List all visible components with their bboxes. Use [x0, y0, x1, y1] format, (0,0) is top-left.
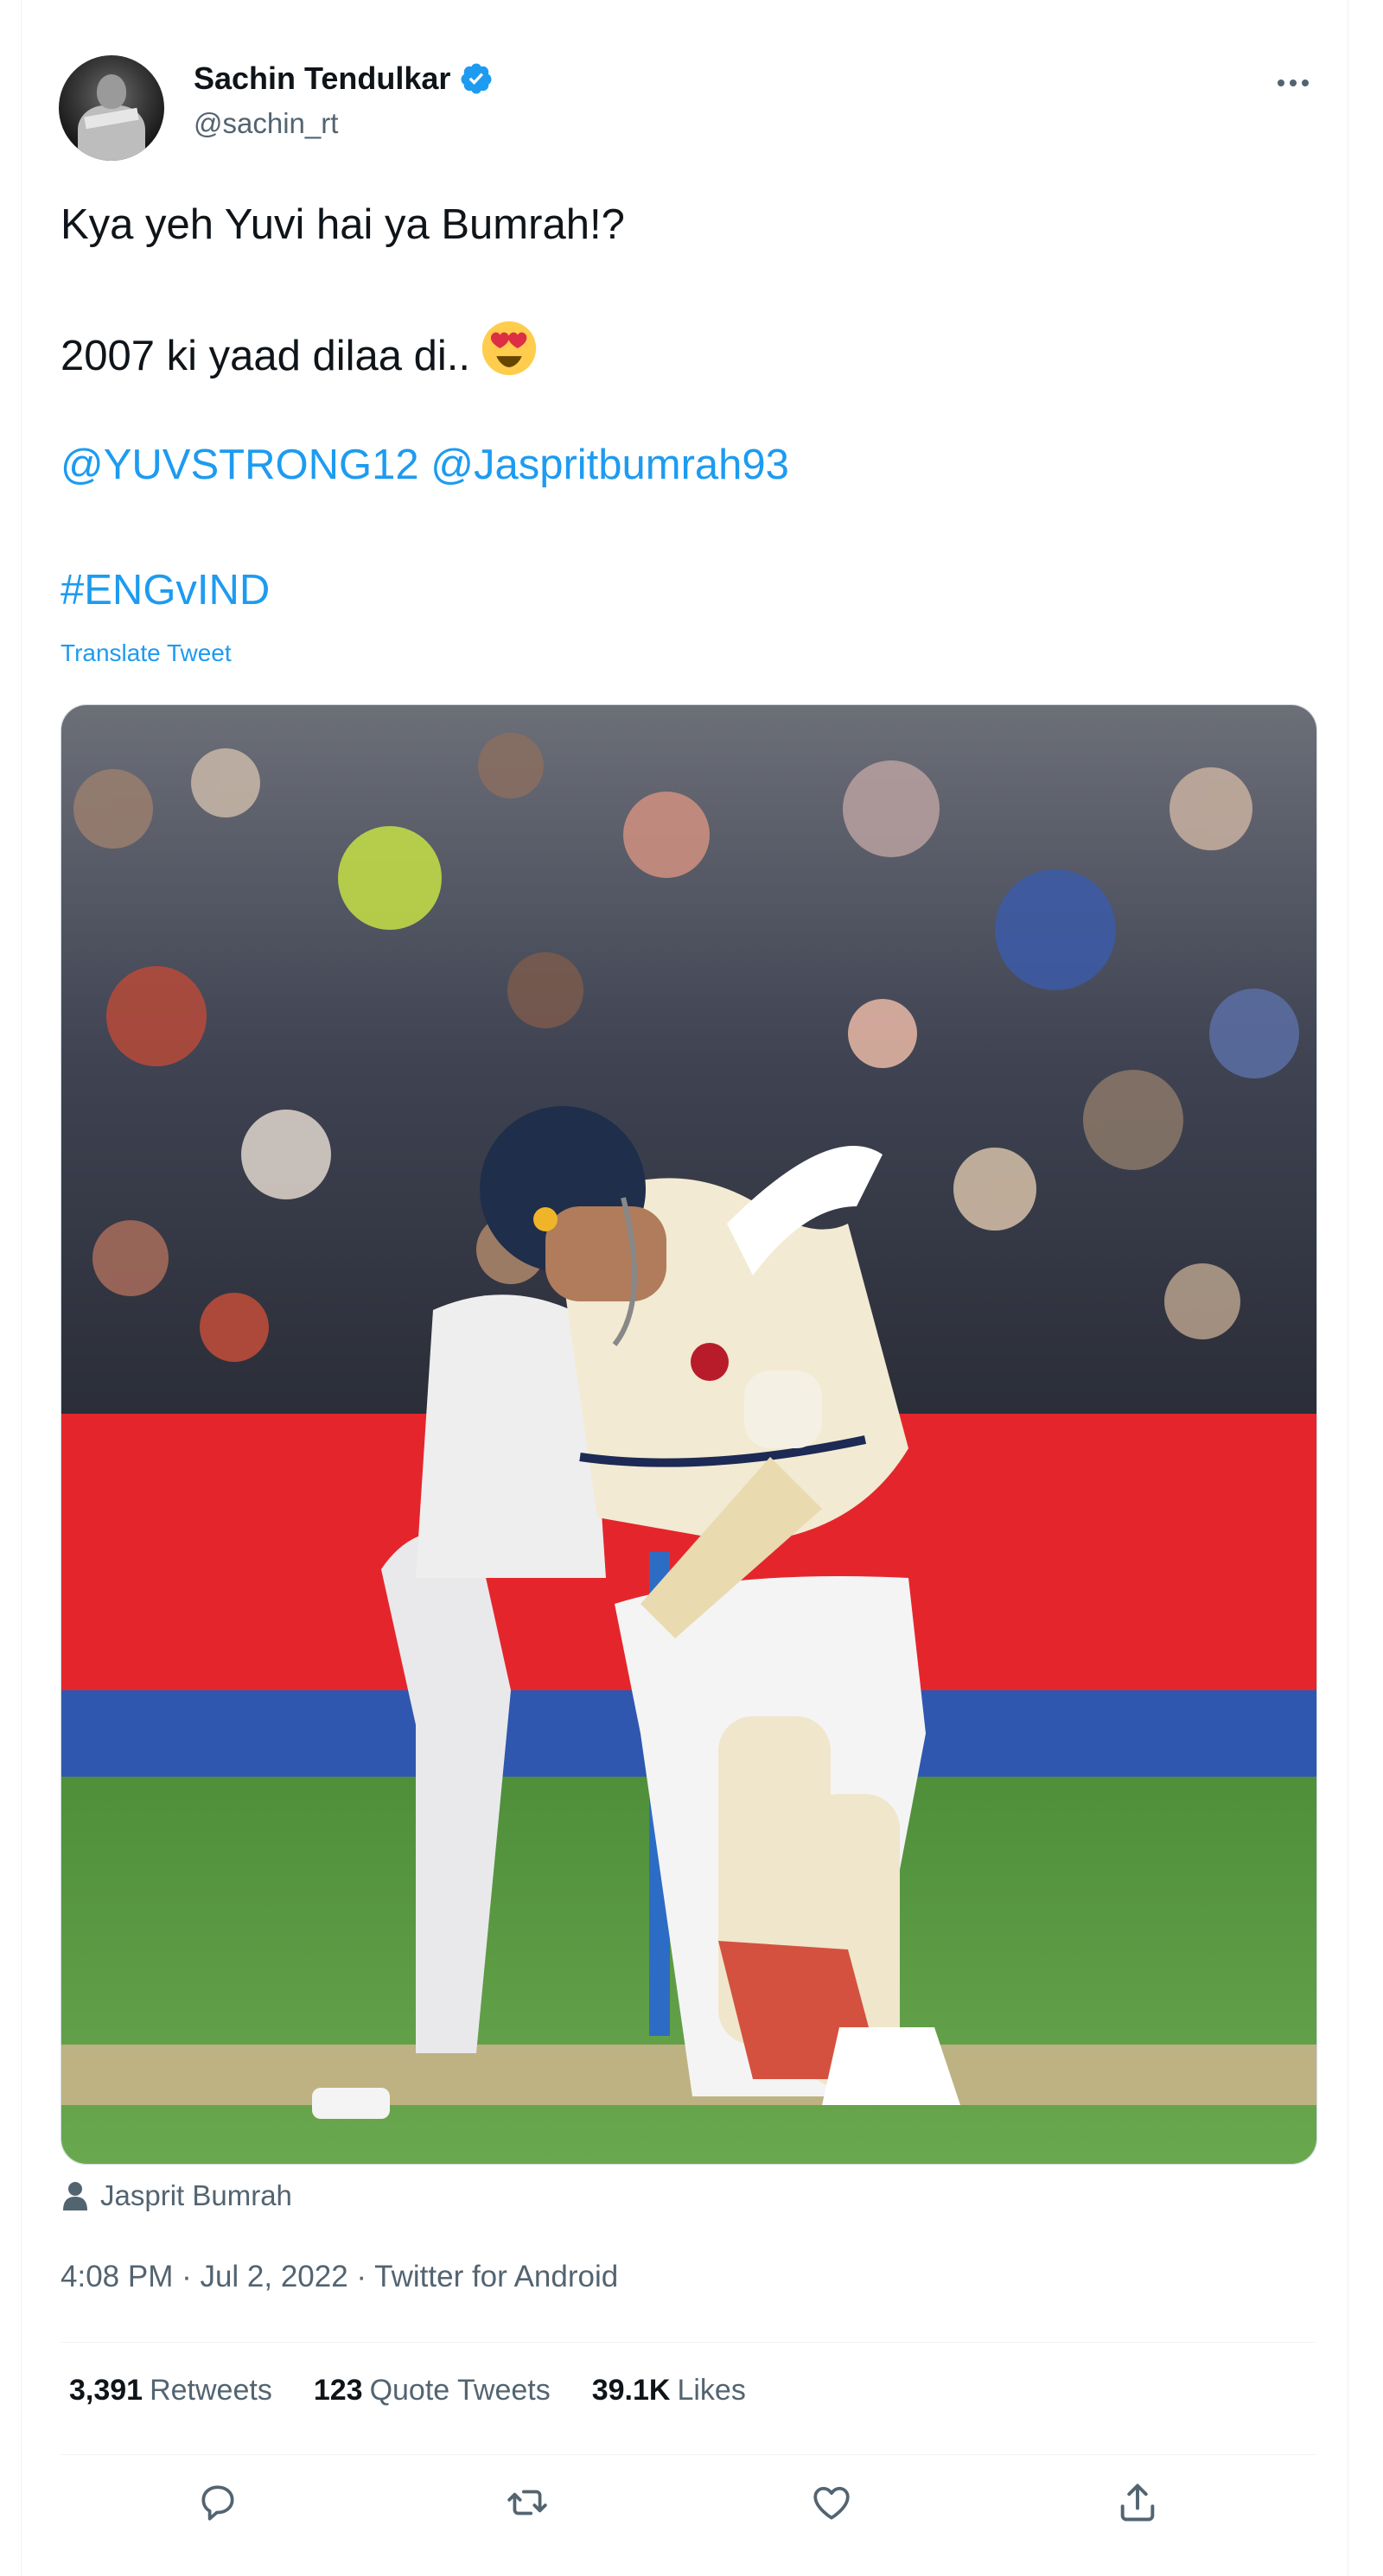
retweet-icon	[507, 2490, 547, 2516]
avatar[interactable]	[59, 55, 164, 161]
like-button[interactable]	[804, 2475, 859, 2530]
tweet-timestamp[interactable]: 4:08 PM · Jul 2, 2022 · Twitter for Andr…	[61, 2260, 618, 2294]
tweet-text-line-1: Kya yeh Yuvi hai ya Bumrah!?	[61, 201, 625, 248]
retweet-button[interactable]	[500, 2475, 555, 2530]
mentions-links[interactable]: @YUVSTRONG12 @Jaspritbumrah93	[61, 441, 789, 489]
more-icon[interactable]	[1269, 59, 1317, 107]
hashtag-link[interactable]: #ENGvIND	[61, 566, 270, 614]
quote-tweets-count[interactable]: 123	[314, 2374, 363, 2407]
heart-icon	[813, 2486, 850, 2520]
tweet-text-line-2-text: 2007 ki yaad dilaa di..	[61, 333, 470, 379]
share-button[interactable]	[1110, 2475, 1165, 2530]
tweet-photo[interactable]	[61, 704, 1317, 2165]
author-name-row: Sachin Tendulkar	[194, 60, 494, 97]
share-icon	[1120, 2484, 1155, 2522]
reply-icon	[201, 2485, 234, 2521]
divider-bottom	[61, 2454, 1316, 2455]
avatar-figure-head	[97, 74, 126, 109]
tweet-text-line-2: 2007 ki yaad dilaa di..	[61, 320, 538, 380]
translate-tweet-link[interactable]: Translate Tweet	[61, 639, 232, 667]
tagged-people[interactable]: Jasprit Bumrah	[62, 2179, 292, 2212]
cricket-photo-illustration	[61, 705, 1316, 2164]
likes-label[interactable]: Likes	[677, 2374, 745, 2407]
likes-count[interactable]: 39.1K	[592, 2374, 671, 2407]
author-handle[interactable]: @sachin_rt	[194, 107, 338, 140]
reply-button[interactable]	[190, 2475, 245, 2530]
divider-top	[61, 2342, 1316, 2343]
verified-badge-icon	[461, 63, 492, 94]
person-icon	[63, 2182, 87, 2210]
tagged-person-name: Jasprit Bumrah	[100, 2179, 292, 2211]
retweets-label[interactable]: Retweets	[150, 2374, 272, 2407]
quote-tweets-label[interactable]: Quote Tweets	[370, 2374, 551, 2407]
author-name[interactable]: Sachin Tendulkar	[194, 60, 450, 97]
engagement-stats: 3,391 Retweets 123 Quote Tweets 39.1K Li…	[69, 2374, 787, 2407]
more-dots	[1278, 80, 1309, 86]
heart-eyes-emoji-icon	[481, 321, 537, 376]
retweets-count[interactable]: 3,391	[69, 2374, 143, 2407]
